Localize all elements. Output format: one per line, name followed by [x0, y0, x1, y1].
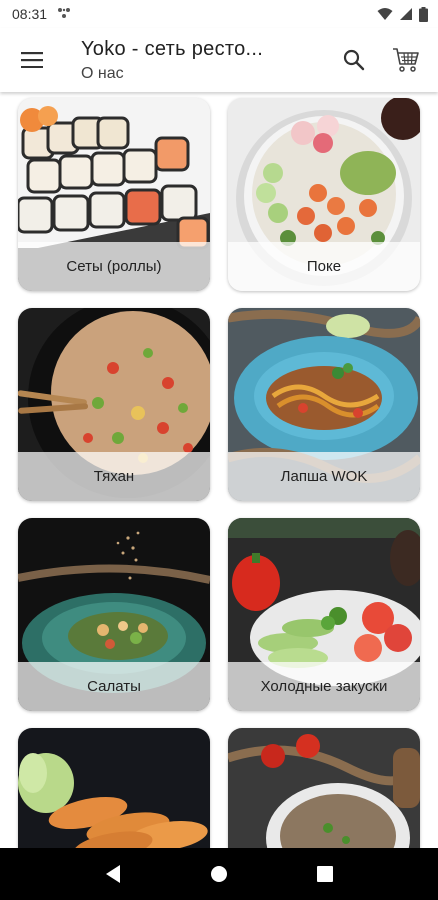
menu-icon	[21, 52, 43, 68]
card-label: Салаты	[87, 678, 141, 695]
notification-icon	[58, 8, 71, 18]
category-card-salads[interactable]: Салаты	[18, 518, 210, 711]
category-card-7[interactable]	[18, 728, 210, 848]
card-label: Сеты (роллы)	[66, 258, 162, 275]
search-button[interactable]	[328, 28, 380, 92]
category-card-sets[interactable]: Сеты (роллы)	[18, 98, 210, 291]
app-subtitle: О нас	[81, 64, 124, 82]
system-navigation-bar	[0, 848, 438, 900]
soup-photo	[228, 728, 420, 848]
card-label: Лапша WOK	[280, 468, 368, 485]
recents-icon	[317, 866, 333, 882]
card-label-band: Тяхан	[18, 452, 210, 501]
card-label-band: Поке	[228, 242, 420, 291]
battery-icon	[419, 6, 428, 22]
back-button[interactable]	[93, 854, 133, 894]
category-card-poke[interactable]: Поке	[228, 98, 420, 291]
recents-button[interactable]	[305, 854, 345, 894]
app-bar-titles: Yoko - сеть ресто... О нас	[64, 38, 328, 83]
cart-icon	[393, 48, 419, 72]
search-icon	[343, 49, 365, 71]
home-icon	[211, 866, 227, 882]
cart-button[interactable]	[380, 28, 432, 92]
app-screen: 08:31 Yoko - сеть ресто... О нас Сеты (р…	[0, 0, 438, 900]
category-card-lapsha-wok[interactable]: Лапша WOK	[228, 308, 420, 501]
shrimp-photo	[18, 728, 210, 848]
status-icons	[377, 6, 428, 22]
card-label: Тяхан	[93, 468, 135, 485]
category-card-cold-appetizers[interactable]: Холодные закуски	[228, 518, 420, 711]
back-icon	[106, 865, 120, 883]
card-label-band: Лапша WOK	[228, 452, 420, 501]
category-card-tyahan[interactable]: Тяхан	[18, 308, 210, 501]
status-bar: 08:31	[0, 0, 438, 28]
card-label-band: Холодные закуски	[228, 662, 420, 711]
home-button[interactable]	[199, 854, 239, 894]
category-grid: Сеты (роллы) Поке Тяхан Лапша WOK Салаты…	[0, 92, 438, 848]
status-time: 08:31	[12, 6, 48, 22]
card-label-band: Салаты	[18, 662, 210, 711]
cellular-signal-icon	[400, 8, 412, 20]
category-card-8[interactable]	[228, 728, 420, 848]
wifi-icon	[377, 8, 393, 20]
card-label: Холодные закуски	[260, 678, 388, 695]
card-label-band: Сеты (роллы)	[18, 242, 210, 291]
menu-button[interactable]	[0, 28, 64, 92]
app-title: Yoko - сеть ресто...	[81, 37, 264, 60]
app-bar: Yoko - сеть ресто... О нас	[0, 28, 438, 92]
card-label: Поке	[306, 258, 342, 275]
